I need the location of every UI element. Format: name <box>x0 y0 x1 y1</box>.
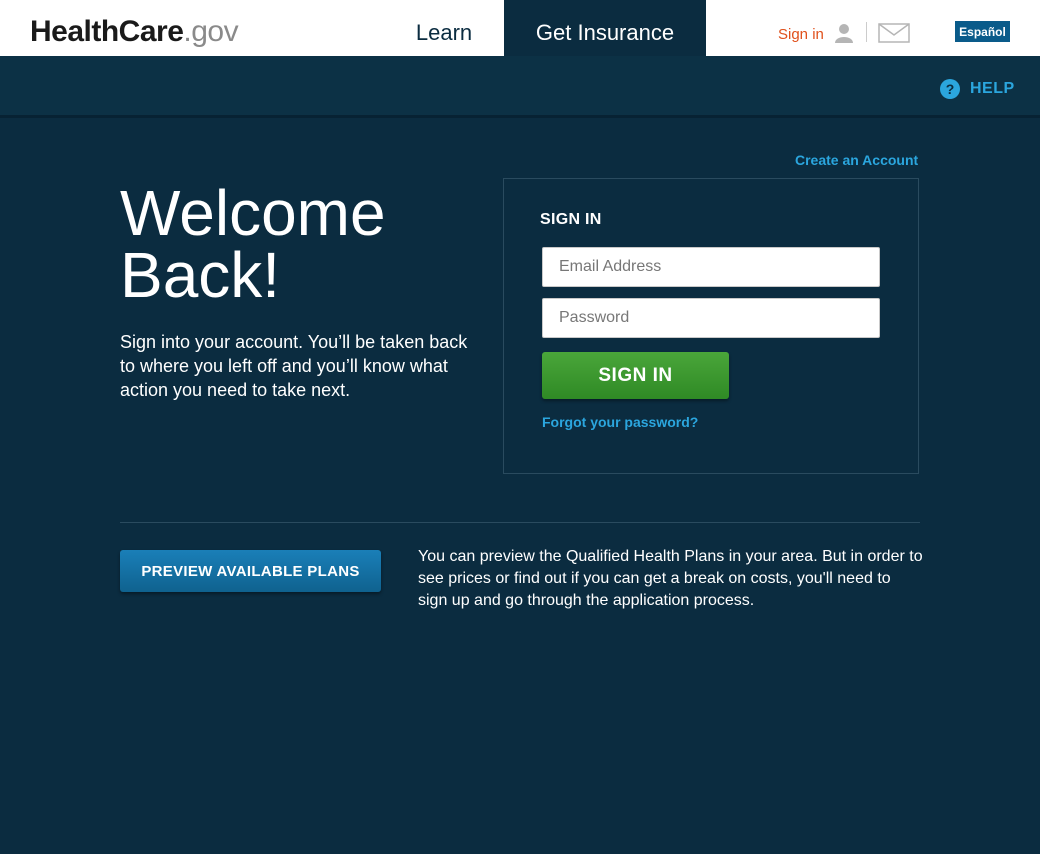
welcome-line-2: Back! <box>120 239 281 311</box>
section-divider <box>120 522 920 523</box>
espanol-button[interactable]: Español <box>955 21 1010 42</box>
welcome-heading: Welcome Back! <box>120 177 386 311</box>
forgot-password-link[interactable]: Forgot your password? <box>542 414 698 430</box>
header-sign-in-link[interactable]: Sign in <box>778 26 824 43</box>
intro-text: Sign into your account. You’ll be taken … <box>120 332 468 400</box>
healthcare-logo[interactable]: HealthCare.gov <box>30 14 239 50</box>
header-divider <box>866 22 867 42</box>
logo-brand: HealthCare <box>30 15 184 48</box>
welcome-line-1: Welcome <box>120 177 386 249</box>
nav-learn[interactable]: Learn <box>384 0 504 56</box>
user-icon[interactable] <box>834 23 854 43</box>
help-link[interactable]: ? HELP <box>940 79 1015 99</box>
top-header: HealthCare.gov Learn Get Insurance Sign … <box>0 0 1040 56</box>
sign-in-button[interactable]: SIGN IN <box>542 352 729 399</box>
preview-description: You can preview the Qualified Health Pla… <box>418 548 923 609</box>
help-bar: ? HELP <box>0 56 1040 118</box>
help-icon: ? <box>940 79 960 99</box>
email-field[interactable] <box>542 247 880 287</box>
help-label: HELP <box>970 80 1015 97</box>
logo-tld: gov <box>191 15 239 48</box>
sign-in-panel: SIGN IN SIGN IN Forgot your password? <box>503 178 919 474</box>
preview-plans-button[interactable]: PREVIEW AVAILABLE PLANS <box>120 550 381 592</box>
nav-get-insurance[interactable]: Get Insurance <box>504 0 706 56</box>
sign-in-title: SIGN IN <box>540 211 602 228</box>
password-field[interactable] <box>542 298 880 338</box>
create-account-link[interactable]: Create an Account <box>795 152 918 168</box>
mail-icon[interactable] <box>878 23 910 43</box>
